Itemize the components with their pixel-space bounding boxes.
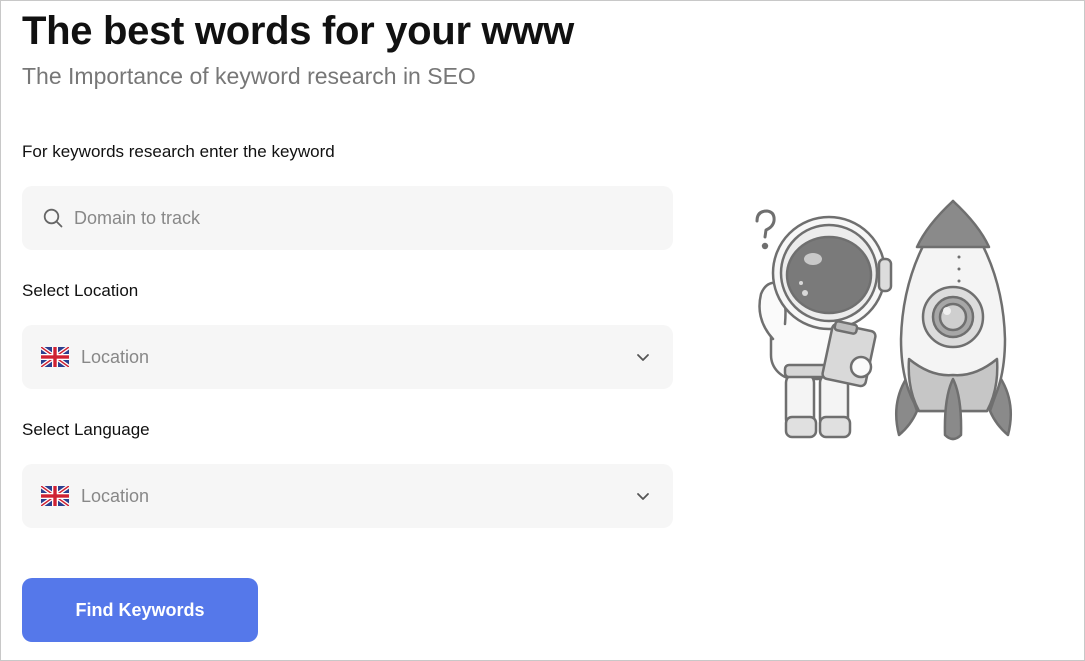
location-label: Select Location bbox=[22, 281, 139, 300]
language-select-value: Location bbox=[81, 485, 150, 506]
chevron-down-icon[interactable] bbox=[635, 488, 651, 504]
page-title: The best words for your www bbox=[22, 9, 574, 53]
astronaut-rocket-illustration bbox=[755, 199, 1013, 441]
chevron-down-icon[interactable] bbox=[635, 349, 651, 365]
keyword-label: For keywords research enter the keyword bbox=[22, 142, 335, 161]
location-select-value: Location bbox=[81, 346, 150, 367]
uk-flag-icon bbox=[41, 347, 69, 367]
language-label: Select Language bbox=[22, 420, 150, 439]
search-icon bbox=[42, 207, 64, 229]
page-subtitle: The Importance of keyword research in SE… bbox=[22, 63, 476, 89]
uk-flag-icon bbox=[41, 486, 69, 506]
find-keywords-button[interactable]: Find Keywords bbox=[22, 578, 258, 642]
page-frame: The best words for your www The Importan… bbox=[0, 0, 1085, 661]
keyword-search-field[interactable]: Domain to track bbox=[22, 186, 673, 250]
language-select[interactable]: Location bbox=[22, 464, 673, 528]
location-select[interactable]: Location bbox=[22, 325, 673, 389]
keyword-search-placeholder: Domain to track bbox=[74, 207, 201, 228]
